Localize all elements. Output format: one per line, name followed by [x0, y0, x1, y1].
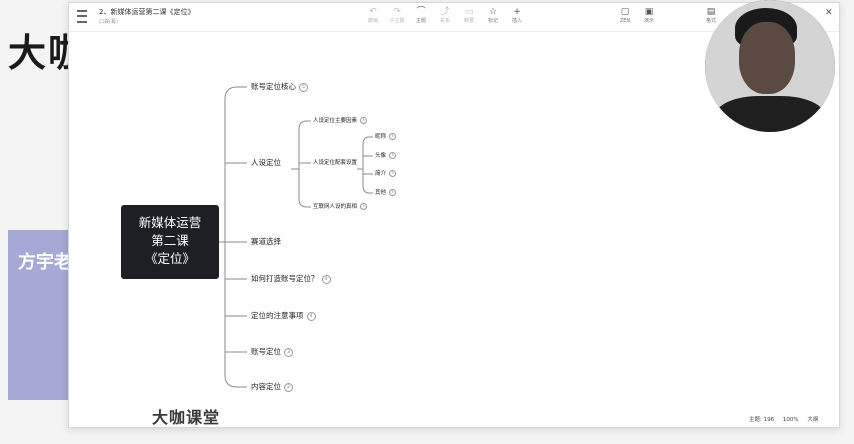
connector-trunk [219, 86, 247, 388]
collapse-count-badge[interactable]: 4 [306, 311, 316, 321]
collapse-count-badge[interactable]: 2 [284, 382, 293, 392]
branch-track[interactable]: 赛道选择 [251, 237, 281, 247]
collapse-count-badge[interactable]: 3 [389, 170, 397, 177]
status-bar: 主题: 196 100% 大纲 [749, 415, 825, 423]
setup-bio[interactable]: 简介 3 [375, 170, 397, 178]
zoom-level[interactable]: 100% [783, 417, 799, 423]
branch-persona[interactable]: 人设定位 [251, 158, 281, 168]
persona-factors[interactable]: 人设定位主要因素 3 [313, 117, 368, 125]
central-topic[interactable]: 新媒体运营 第二课 《定位》 [121, 205, 219, 279]
collapse-count-badge[interactable]: 5 [299, 82, 308, 92]
branch-account-core[interactable]: 账号定位核心 5 [251, 82, 308, 92]
collapse-count-badge[interactable]: 4 [321, 274, 331, 284]
collapse-count-badge[interactable]: 3 [360, 203, 368, 210]
setup-avatar[interactable]: 头像 3 [375, 152, 397, 160]
collapse-count-badge[interactable]: 3 [389, 189, 397, 196]
setup-other[interactable]: 其他 3 [375, 189, 397, 197]
connector-setup-sub [357, 136, 373, 194]
collapse-count-badge[interactable]: 3 [284, 347, 293, 357]
connector-persona-sub [291, 120, 311, 208]
persona-truth[interactable]: 互联网人设的真相 3 [313, 203, 368, 211]
outline-toggle[interactable]: 大纲 [807, 417, 818, 423]
persona-setup[interactable]: 人设定位配套设置 [313, 159, 357, 167]
branch-content[interactable]: 内容定位 2 [251, 382, 293, 392]
collapse-count-badge[interactable]: 3 [389, 133, 397, 140]
central-line-3: 《定位》 [144, 251, 195, 266]
background-band-text: 方宇老 [18, 252, 72, 273]
webcam-overlay [705, 0, 835, 132]
setup-nickname[interactable]: 昵称 3 [375, 133, 397, 141]
branch-account[interactable]: 账号定位 3 [251, 347, 293, 357]
collapse-count-badge[interactable]: 3 [389, 152, 397, 159]
topic-count: 主题: 196 [749, 417, 775, 423]
branch-how-to[interactable]: 如何打造账号定位？ 4 [251, 274, 331, 284]
watermark-logo: 大咖课堂 [152, 408, 221, 427]
collapse-count-badge[interactable]: 3 [360, 117, 368, 124]
central-line-1: 新媒体运营 [138, 215, 202, 230]
branch-notes[interactable]: 定位的注意事项 4 [251, 311, 316, 321]
central-line-2: 第二课 [151, 233, 189, 248]
